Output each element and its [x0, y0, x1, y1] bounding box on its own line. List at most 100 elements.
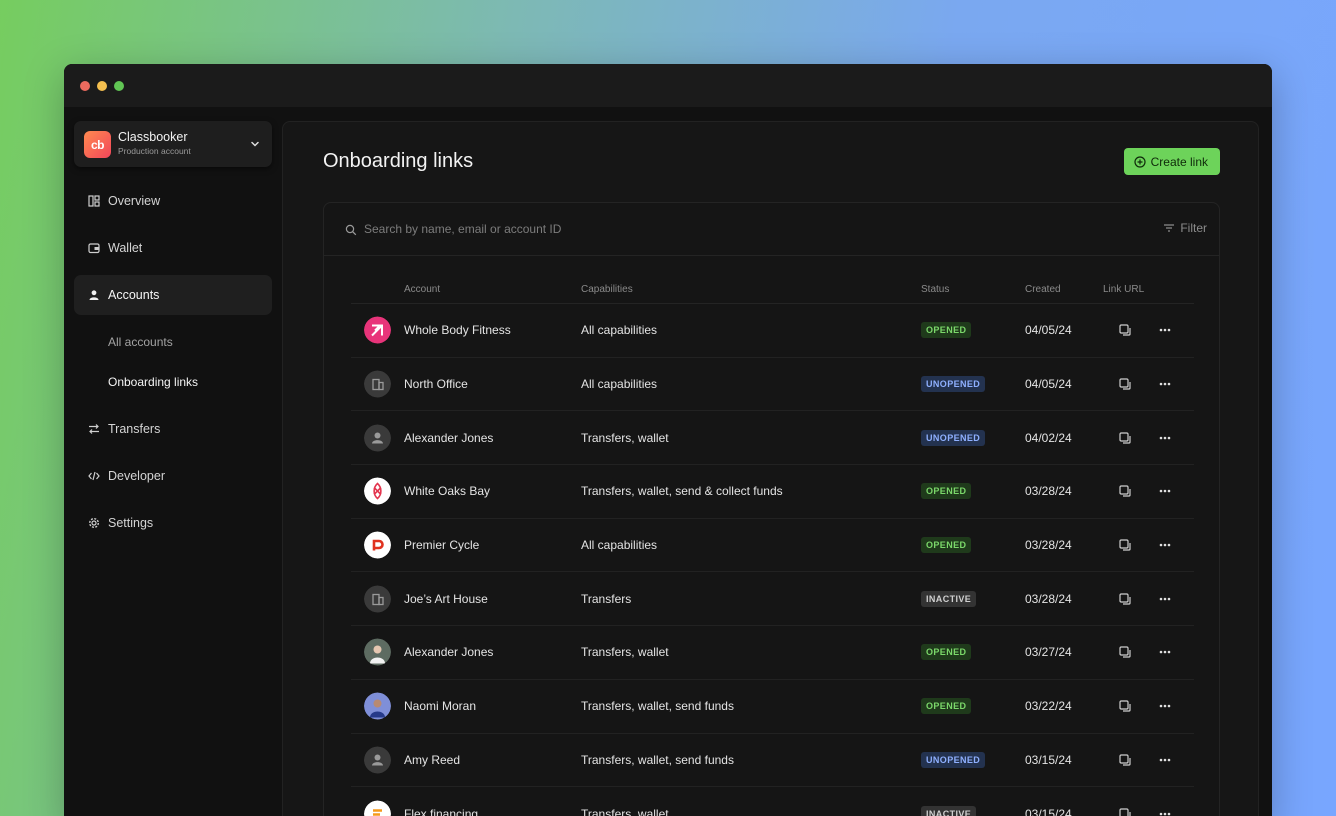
close-window-button[interactable] [80, 81, 90, 91]
copy-icon[interactable] [1118, 484, 1132, 498]
building-avatar [364, 585, 391, 613]
table-row[interactable]: North Office All capabilities UNOPENED 04/0… [351, 358, 1194, 412]
copy-icon[interactable] [1118, 592, 1132, 606]
links-table: Account Capabilities Status Created Link… [351, 280, 1194, 816]
more-options-icon[interactable] [1158, 645, 1172, 659]
copy-icon[interactable] [1118, 807, 1132, 816]
sidebar-subitem-all-accounts[interactable]: All accounts [108, 335, 173, 349]
status-badge: INACTIVE [921, 590, 977, 607]
copy-icon[interactable] [1118, 645, 1132, 659]
header-account: Account [404, 284, 441, 295]
sidebar-item-settings[interactable]: Settings [74, 503, 272, 543]
account-name: Joe’s Art House [404, 591, 488, 606]
table-row[interactable]: Whole Body Fitness All capabilities OPENED… [351, 304, 1194, 358]
copy-icon[interactable] [1118, 431, 1132, 445]
status-cell: UNOPENED [921, 429, 986, 446]
copy-icon[interactable] [1118, 538, 1132, 552]
main-content: Onboarding links Create link Filter Acco… [282, 121, 1259, 816]
table-row[interactable]: Alexander Jones Transfers, wallet UNOPENED… [351, 411, 1194, 466]
table-row[interactable]: Alexander Jones Transfers, wallet OPENED 03… [351, 626, 1194, 680]
sidebar-item-label: Overview [108, 194, 161, 208]
account-name: Naomi Moran [404, 699, 477, 714]
more-options-icon[interactable] [1158, 538, 1172, 552]
more-options-icon[interactable] [1158, 431, 1172, 445]
status-cell: INACTIVE [921, 805, 977, 816]
sidebar-item-overview[interactable]: Overview [74, 181, 272, 221]
capabilities: Transfers, wallet, send funds [581, 699, 734, 714]
sidebar-item-accounts[interactable]: Accounts [74, 275, 272, 315]
account-name: Premier Cycle [404, 538, 480, 553]
header-status: Status [921, 284, 950, 295]
status-cell: OPENED [921, 644, 972, 661]
status-cell: OPENED [921, 537, 972, 554]
more-options-icon[interactable] [1158, 377, 1172, 391]
table-row[interactable]: Premier Cycle All capabilities OPENED 03/28… [351, 519, 1194, 573]
table-row[interactable]: Amy Reed Transfers, wallet, send funds UNO… [351, 734, 1194, 788]
table-row[interactable]: Flex financing Transfers, wallet INACTIVE 0… [351, 787, 1194, 816]
more-options-icon[interactable] [1158, 807, 1172, 816]
capabilities: Transfers, wallet [581, 430, 669, 445]
status-badge: OPENED [921, 537, 972, 554]
account-name: Amy Reed [404, 752, 461, 767]
table-row[interactable]: White Oaks Bay Transfers, wallet, send & … [351, 465, 1194, 519]
sidebar-item-developer[interactable]: Developer [74, 456, 272, 496]
account-name: Whole Body Fitness [404, 323, 511, 338]
created-date: 03/28/24 [1025, 591, 1072, 606]
capabilities: All capabilities [581, 323, 658, 338]
sidebar-subitem-onboarding-links[interactable]: Onboarding links [108, 375, 198, 389]
plus-circle-icon [1134, 155, 1146, 168]
app-window: cb Classbooker Production account Overvi… [64, 64, 1272, 816]
minimize-window-button[interactable] [97, 81, 107, 91]
more-options-icon[interactable] [1158, 323, 1172, 337]
status-cell: OPENED [921, 483, 972, 500]
more-options-icon[interactable] [1158, 484, 1172, 498]
chevron-down-icon [251, 141, 259, 147]
capabilities: Transfers, wallet [581, 806, 669, 816]
capabilities: All capabilities [581, 538, 658, 553]
account-name: North Office [404, 377, 468, 392]
flex-logo-avatar [364, 800, 391, 816]
capabilities: Transfers, wallet [581, 645, 669, 660]
copy-icon[interactable] [1118, 699, 1132, 713]
status-badge: INACTIVE [921, 805, 977, 816]
table-row[interactable]: Joe’s Art House Transfers INACTIVE 03/28/24 [351, 572, 1194, 627]
oaks-logo-avatar [364, 477, 391, 505]
capabilities: Transfers, wallet, send & collect funds [581, 484, 783, 499]
created-date: 03/22/24 [1025, 699, 1072, 714]
created-date: 04/02/24 [1025, 430, 1072, 445]
transfer-arrows-icon [89, 424, 99, 434]
account-name: Alexander Jones [404, 430, 494, 445]
filter-label: Filter [1180, 221, 1207, 235]
fitness-logo-avatar [364, 316, 391, 344]
header-link-url: Link URL [1103, 284, 1145, 295]
status-badge: OPENED [921, 322, 972, 339]
header-capabilities: Capabilities [581, 284, 633, 295]
table-row[interactable]: Naomi Moran Transfers, wallet, send funds… [351, 680, 1194, 734]
created-date: 03/15/24 [1025, 806, 1072, 816]
more-options-icon[interactable] [1158, 699, 1172, 713]
account-switcher[interactable]: cb Classbooker Production account [74, 121, 272, 167]
sidebar-item-transfers[interactable]: Transfers [74, 409, 272, 449]
maximize-window-button[interactable] [114, 81, 124, 91]
sidebar-item-label: Accounts [108, 288, 160, 302]
cycle-logo-avatar [364, 531, 391, 559]
sidebar-item-wallet[interactable]: Wallet [74, 228, 272, 268]
copy-icon[interactable] [1118, 377, 1132, 391]
create-link-button[interactable]: Create link [1123, 148, 1220, 175]
copy-icon[interactable] [1118, 753, 1132, 767]
copy-icon[interactable] [1118, 323, 1132, 337]
status-cell: INACTIVE [921, 590, 977, 607]
search-icon [345, 224, 357, 236]
status-badge: OPENED [921, 698, 972, 715]
more-options-icon[interactable] [1158, 592, 1172, 606]
created-date: 04/05/24 [1025, 323, 1072, 338]
user-icon [89, 290, 99, 300]
more-options-icon[interactable] [1158, 753, 1172, 767]
photo-avatar [364, 638, 391, 666]
status-badge: UNOPENED [921, 376, 986, 393]
filter-button[interactable]: Filter [1163, 221, 1207, 235]
code-icon [88, 471, 100, 481]
sidebar-item-label: Settings [108, 516, 154, 530]
status-cell: UNOPENED [921, 376, 986, 393]
search-input[interactable] [364, 219, 764, 239]
